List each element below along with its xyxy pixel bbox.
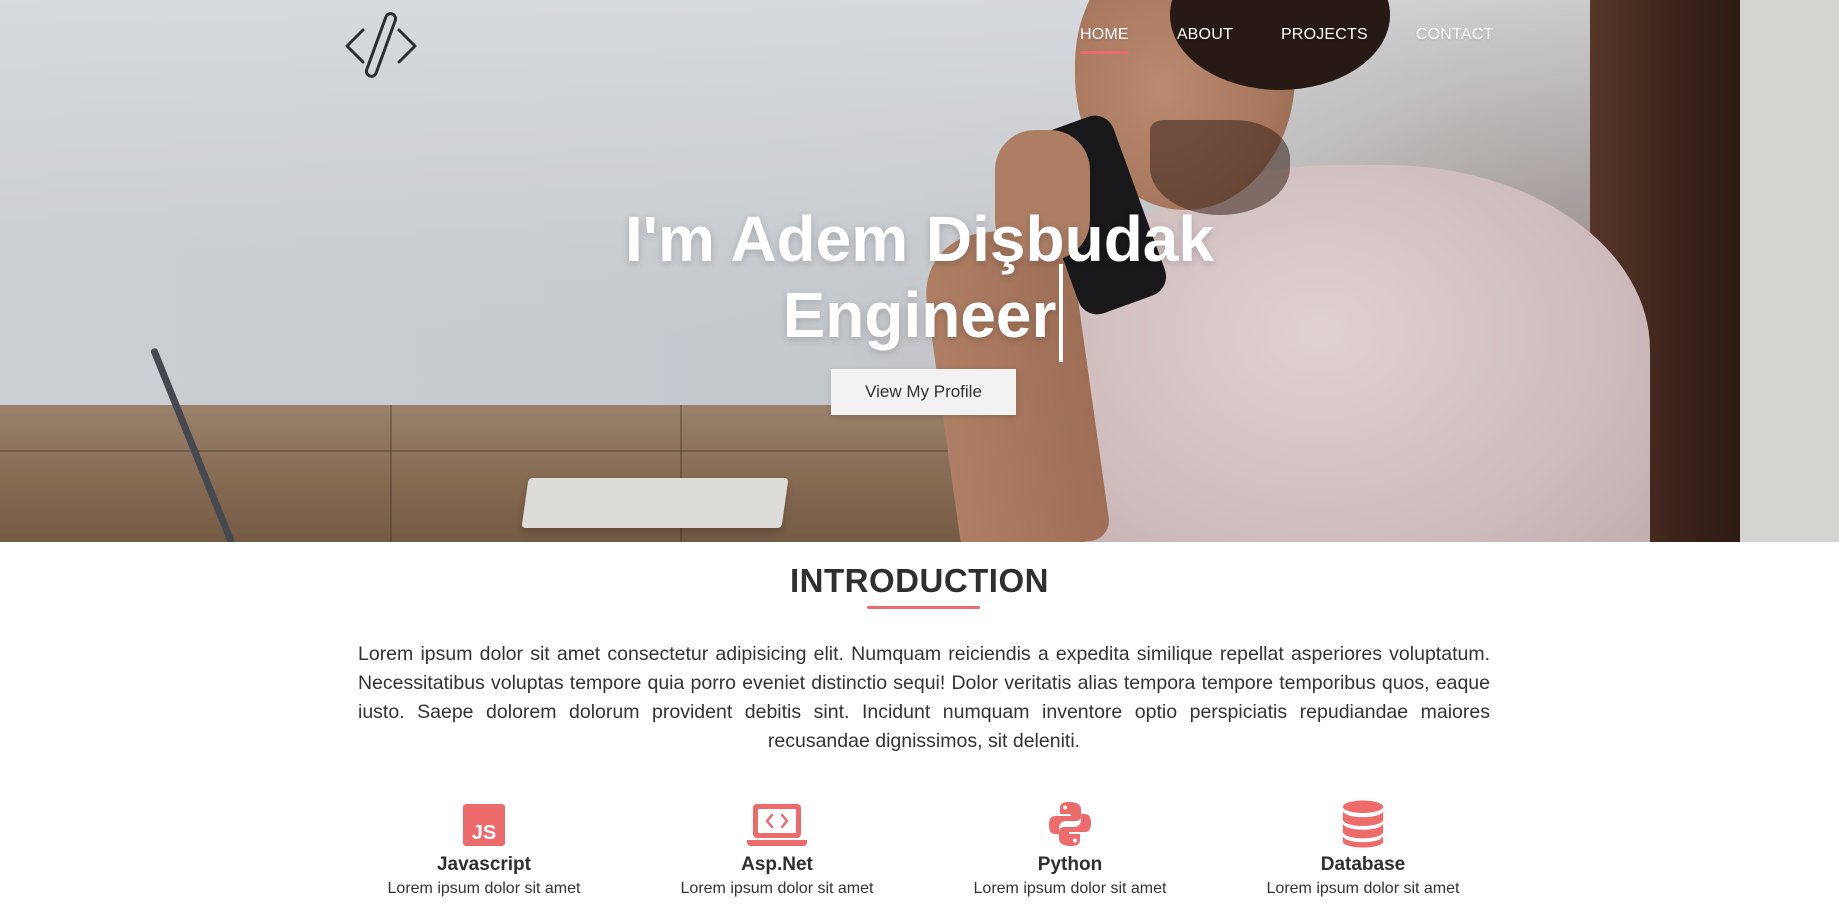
section-title-underline [867,606,980,609]
skills-row: JS Javascript Lorem ipsum dolor sit amet… [0,800,1839,905]
python-icon [1049,802,1091,846]
database-icon [1342,800,1384,848]
skill-desc: Lorem ipsum dolor sit amet [1266,880,1460,897]
skill-card-python: Python Lorem ipsum dolor sit amet [940,800,1200,898]
svg-text:JS: JS [472,822,496,844]
skill-name: Database [1320,854,1406,875]
js-icon: JS [463,804,505,846]
laptop-code-icon [747,804,807,846]
hero-typed-role: Engineer [782,279,1057,351]
skill-desc: Lorem ipsum dolor sit amet [680,880,874,897]
code-brackets-icon [345,12,417,78]
skill-name: Python [1037,854,1103,875]
skill-name: Javascript [436,854,531,875]
skill-card-aspnet: Asp.Net Lorem ipsum dolor sit amet [647,800,907,898]
typing-caret [1059,264,1063,362]
skill-card-javascript: JS Javascript Lorem ipsum dolor sit amet [354,800,614,898]
skill-card-database: Database Lorem ipsum dolor sit amet [1233,800,1493,898]
skill-name: Asp.Net [741,854,813,875]
intro-paragraph: Lorem ipsum dolor sit amet consectetur a… [358,643,1490,752]
main-nav: HOME ABOUT PROJECTS CONTACT [1080,26,1541,54]
section-title-introduction: INTRODUCTION [790,562,1049,599]
logo-link[interactable] [343,10,419,80]
skill-desc: Lorem ipsum dolor sit amet [387,880,581,897]
nav-home[interactable]: HOME [1080,26,1129,54]
skill-desc: Lorem ipsum dolor sit amet [973,880,1167,897]
nav-contact[interactable]: CONTACT [1416,26,1494,44]
view-profile-button[interactable]: View My Profile [831,369,1016,415]
nav-about[interactable]: ABOUT [1177,26,1233,44]
nav-projects[interactable]: PROJECTS [1281,26,1368,44]
hero-heading: I'm Adem Dişbudak [625,203,1214,275]
